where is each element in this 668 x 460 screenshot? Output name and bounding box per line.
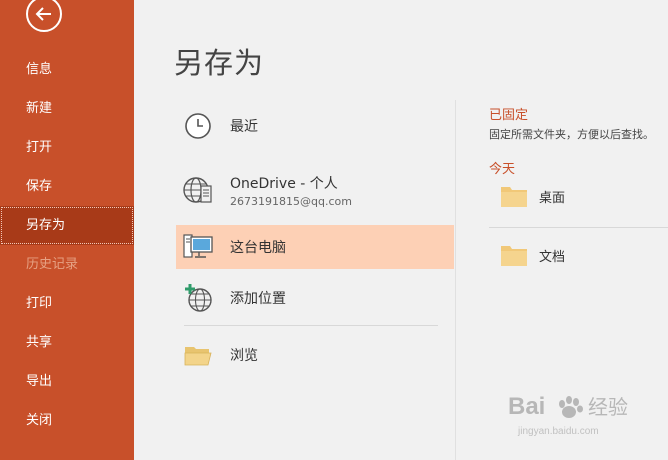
computer-icon [176,232,220,262]
folder-divider [489,227,668,228]
watermark-brand: Bai [508,393,545,420]
watermark-brand-cn: 经验 [588,395,628,419]
paw-icon [559,396,583,418]
location-onedrive[interactable]: OneDrive - 个人 2673191815@qq.com [176,168,454,212]
menu-item-history: 历史记录 [26,257,79,272]
account-email: 2673191815@qq.com [230,194,352,208]
menu-item-info[interactable]: 信息 [0,50,134,89]
menu-item-print[interactable]: 打印 [0,284,134,323]
folder-label: 桌面 [539,190,566,206]
baidu-watermark: Bai 经验 jingyan.baidu.com [506,384,646,444]
watermark-url: jingyan.baidu.com [517,426,599,437]
location-add-place[interactable]: 添加位置 [176,280,454,316]
pinned-heading: 已固定 [489,108,529,123]
menu-item-close[interactable]: 关闭 [0,401,134,440]
menu-item-save[interactable]: 保存 [0,167,134,206]
location-this-pc[interactable]: 这台电脑 [176,225,454,269]
location-divider [184,325,438,326]
backstage-sidebar: 信息 新建 打开 保存 另存为 历史记录 打印 共享 导出 关闭 [0,0,134,460]
column-separator [455,100,456,460]
page-title: 另存为 [174,46,265,80]
location-label: 这台电脑 [230,240,286,256]
folder-desktop[interactable]: 桌面 [499,183,668,209]
menu-item-export[interactable]: 导出 [0,362,134,401]
backstage-menu: 信息 新建 打开 保存 另存为 历史记录 打印 共享 导出 关闭 [0,50,134,440]
folder-label: 文档 [539,249,566,265]
menu-item-share[interactable]: 共享 [0,323,134,362]
folder-icon [501,246,527,266]
location-label: 最近 [230,119,258,135]
onedrive-globe-icon [176,174,220,206]
pinned-description: 固定所需文件夹，方便以后查找。 [489,128,654,141]
folder-icon [501,187,527,207]
clock-icon [176,112,220,140]
location-label: 添加位置 [230,291,286,307]
back-arrow-icon [35,7,51,21]
add-location-icon [176,282,220,314]
menu-item-new[interactable]: 新建 [0,89,134,128]
menu-item-open[interactable]: 打开 [0,128,134,167]
folder-open-icon [176,343,220,367]
location-label: OneDrive - 个人 [230,175,338,192]
location-recent[interactable]: 最近 [176,108,454,144]
location-label: 浏览 [230,348,258,364]
location-browse[interactable]: 浏览 [176,338,454,372]
back-button[interactable] [26,0,62,32]
menu-item-save-as[interactable]: 另存为 [0,206,134,245]
folder-documents[interactable]: 文档 [499,242,668,268]
today-heading: 今天 [489,162,516,177]
